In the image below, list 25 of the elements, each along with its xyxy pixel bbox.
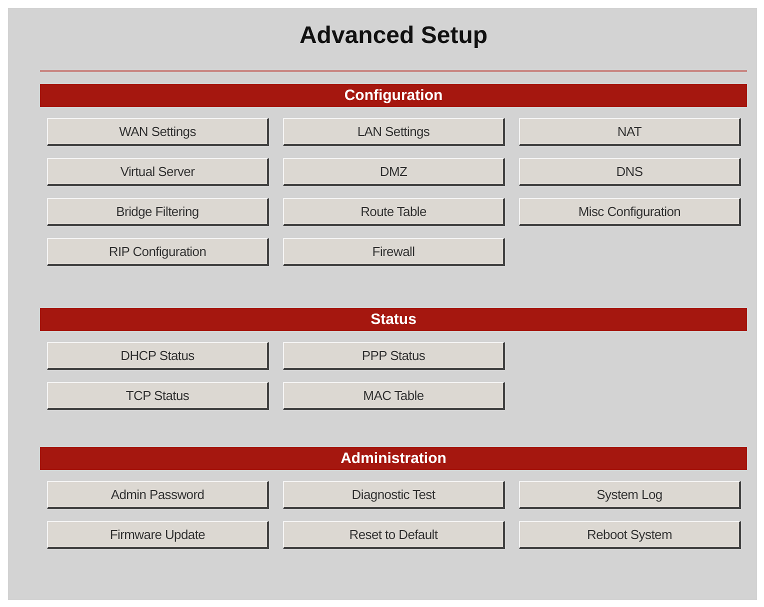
section-header: Configuration xyxy=(40,84,747,107)
setup-button[interactable]: MAC Table xyxy=(283,382,505,410)
setup-button[interactable]: Bridge Filtering xyxy=(47,198,269,226)
setup-button[interactable]: Route Table xyxy=(283,198,505,226)
setup-button[interactable]: Firmware Update xyxy=(47,521,269,549)
setup-button[interactable]: WAN Settings xyxy=(47,118,269,146)
setup-button[interactable]: TCP Status xyxy=(47,382,269,410)
setup-button[interactable]: Virtual Server xyxy=(47,158,269,186)
setup-button[interactable]: Firewall xyxy=(283,238,505,266)
section-header: Status xyxy=(40,308,747,331)
setup-button[interactable]: DNS xyxy=(519,158,741,186)
setup-button[interactable]: DMZ xyxy=(283,158,505,186)
setup-button[interactable]: System Log xyxy=(519,481,741,509)
setup-button[interactable]: Diagnostic Test xyxy=(283,481,505,509)
page-title: Advanced Setup xyxy=(298,21,489,50)
setup-button[interactable]: DHCP Status xyxy=(47,342,269,370)
setup-button[interactable]: RIP Configuration xyxy=(47,238,269,266)
setup-button[interactable]: NAT xyxy=(519,118,741,146)
setup-button[interactable]: Reset to Default xyxy=(283,521,505,549)
setup-button[interactable]: Misc Configuration xyxy=(519,198,741,226)
setup-button[interactable]: LAN Settings xyxy=(283,118,505,146)
setup-button[interactable]: Admin Password xyxy=(47,481,269,509)
setup-button[interactable]: PPP Status xyxy=(283,342,505,370)
setup-button[interactable]: Reboot System xyxy=(519,521,741,549)
section-header: Administration xyxy=(40,447,747,470)
